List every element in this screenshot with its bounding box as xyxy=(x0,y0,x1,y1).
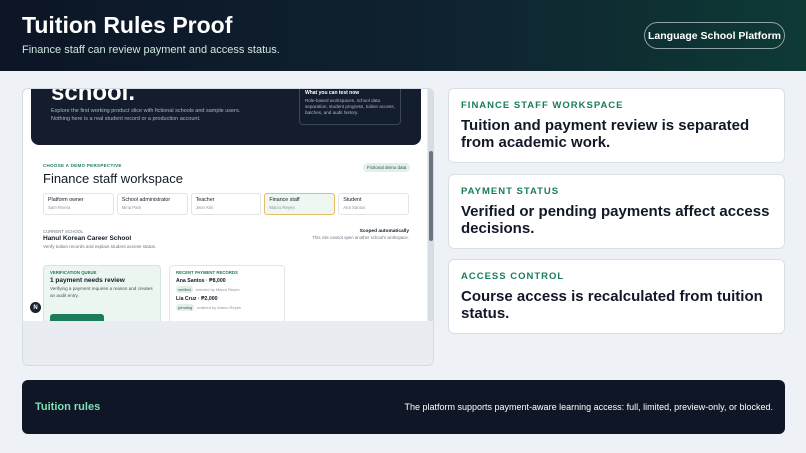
perspective-panel: CHOOSE A DEMO PERSPECTIVE Fictional demo… xyxy=(35,153,415,223)
footer-text: The platform supports payment-aware lear… xyxy=(404,402,774,412)
feature-card-payment: PAYMENT STATUS Verified or pending payme… xyxy=(448,174,785,249)
hero-card-body: Role-based workspaces, school data separ… xyxy=(305,98,395,115)
school-label: CURRENT SCHOOL xyxy=(43,229,84,234)
verification-title: 1 payment needs review xyxy=(50,277,125,284)
feature-card-access: ACCESS CONTROL Course access is recalcul… xyxy=(448,259,785,334)
role-name: Student xyxy=(343,197,362,203)
role-name: Finance staff xyxy=(269,197,300,203)
footer-title: Tuition rules xyxy=(35,401,101,413)
verification-label: VERIFICATION QUEUE xyxy=(50,270,97,275)
hero-title: school. xyxy=(51,89,136,106)
hero-info-card: What you can test now Role-based workspa… xyxy=(299,89,401,125)
screenshot-preview: school. Explore the first working produc… xyxy=(22,88,434,366)
scope-title: Scoped automatically xyxy=(359,229,409,234)
recent-label: RECENT PAYMENT RECORDS xyxy=(176,270,238,275)
perspective-label: CHOOSE A DEMO PERSPECTIVE xyxy=(43,163,122,168)
hero-card-title: What you can test now xyxy=(305,90,360,96)
scope-description: This role cannot open another school's w… xyxy=(312,235,409,240)
hero-banner: school. Explore the first working produc… xyxy=(31,89,421,145)
page-subtitle: Finance staff can review payment and acc… xyxy=(22,44,280,56)
role-option-student[interactable]: Student Ana Santos xyxy=(338,193,409,215)
hero-description: Explore the first working product slice … xyxy=(51,108,241,122)
role-person: Sam Rivera xyxy=(48,205,71,210)
record-meta: pending entered by Marco Reyes xyxy=(176,304,278,311)
card-text: Tuition and payment review is separated … xyxy=(461,117,750,151)
record-name: Ana Santos · ₱8,000 xyxy=(176,278,226,284)
workspace-title: Finance staff workspace xyxy=(43,171,183,186)
current-school: CURRENT SCHOOL Hanul Korean Career Schoo… xyxy=(43,229,409,253)
payment-record[interactable]: Ana Santos · ₱8,000 verified entered by … xyxy=(176,278,278,293)
avatar[interactable]: N xyxy=(30,302,41,313)
record-name: Lia Cruz · ₱2,000 xyxy=(176,296,218,302)
recent-payments: RECENT PAYMENT RECORDS Ana Santos · ₱8,0… xyxy=(169,265,285,321)
feature-card-finance: FINANCE STAFF WORKSPACE Tuition and paym… xyxy=(448,88,785,163)
role-person: Jeon Kim xyxy=(195,205,214,210)
school-description: Verify tuition records and explain stude… xyxy=(43,244,157,249)
scrollbar-thumb[interactable] xyxy=(429,151,433,241)
role-option-teacher[interactable]: Teacher Jeon Kim xyxy=(190,193,262,215)
school-name: Hanul Korean Career School xyxy=(43,235,132,242)
role-person: Ana Santos xyxy=(343,205,366,210)
card-text: Course access is recalculated from tuiti… xyxy=(461,288,763,322)
role-person: Marco Reyes xyxy=(269,205,295,210)
demo-badge: Fictional demo data xyxy=(363,163,411,172)
role-option-platform-owner[interactable]: Platform owner Sam Rivera xyxy=(43,193,114,215)
record-entered-by: entered by Marco Reyes xyxy=(197,305,241,310)
status-badge: pending xyxy=(176,304,195,311)
record-meta: verified entered by Marco Reyes xyxy=(176,286,278,293)
screenshot-viewport: school. Explore the first working produc… xyxy=(23,89,427,321)
role-option-finance-staff[interactable]: Finance staff Marco Reyes xyxy=(264,193,336,215)
card-text: Verified or pending payments affect acce… xyxy=(461,203,770,237)
card-label: ACCESS CONTROL xyxy=(461,271,565,282)
verification-description: Verifying a payment requires a reason an… xyxy=(50,286,153,298)
screenshot-frame-bottom xyxy=(23,321,433,365)
role-name: Teacher xyxy=(195,197,215,203)
header: Tuition Rules Proof Finance staff can re… xyxy=(0,0,806,71)
scope-note: Scoped automatically This role cannot op… xyxy=(293,229,409,240)
role-name: Platform owner xyxy=(48,197,84,203)
role-selector: Platform owner Sam Rivera School adminis… xyxy=(43,193,409,215)
page-title: Tuition Rules Proof xyxy=(22,12,233,38)
review-payment-button[interactable] xyxy=(50,314,104,321)
card-label: FINANCE STAFF WORKSPACE xyxy=(461,100,624,111)
card-label: PAYMENT STATUS xyxy=(461,186,560,197)
role-person: Mina Park xyxy=(121,205,142,210)
role-option-school-admin[interactable]: School administrator Mina Park xyxy=(116,193,188,215)
status-badge: verified xyxy=(176,286,193,293)
platform-button[interactable]: Language School Platform xyxy=(644,22,785,49)
verification-queue: VERIFICATION QUEUE 1 payment needs revie… xyxy=(43,265,161,321)
payment-record[interactable]: Lia Cruz · ₱2,000 pending entered by Mar… xyxy=(176,296,278,311)
footer-banner: Tuition rules The platform supports paym… xyxy=(22,380,785,434)
record-entered-by: entered by Marco Reyes xyxy=(195,287,240,292)
role-name: School administrator xyxy=(121,197,171,203)
